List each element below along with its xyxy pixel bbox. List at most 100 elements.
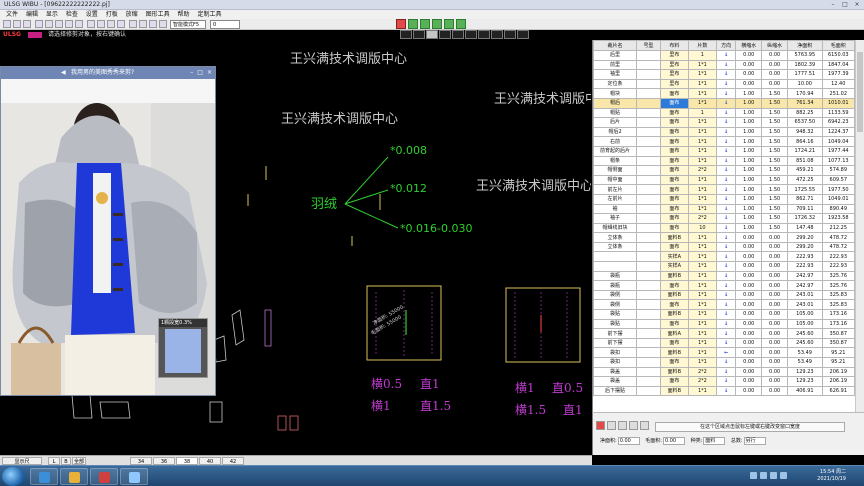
table-cell[interactable]: 406.91 <box>787 385 823 397</box>
table-cell[interactable]: 袋贴 <box>593 309 638 320</box>
table-cell[interactable]: 面布 <box>659 203 689 215</box>
table-cell[interactable]: 1077.13 <box>821 155 856 167</box>
green-tool-5-icon[interactable] <box>456 19 466 29</box>
column-header[interactable]: 方向 <box>715 40 737 51</box>
table-cell[interactable]: 1.00 <box>735 213 763 224</box>
table-cell[interactable]: ↓ <box>715 88 737 99</box>
table-cell[interactable]: 1725.55 <box>787 184 823 195</box>
size-item-selected[interactable]: 38 <box>176 457 198 465</box>
start-button[interactable] <box>2 467 24 486</box>
table-row[interactable]: 后片 面布 1*1 ↓ 1.00 1.50 6537.50 6942.23 <box>593 117 856 128</box>
table-cell[interactable]: ↓ <box>715 251 737 263</box>
table-cell[interactable]: 面布 <box>659 376 689 387</box>
table-cell[interactable]: 245.60 <box>787 328 823 339</box>
table-cell[interactable]: ↓ <box>715 174 737 186</box>
table-cell[interactable]: 222.93 <box>787 251 823 263</box>
menu-settings[interactable]: 设置 <box>86 11 98 18</box>
table-cell[interactable]: 里布 <box>659 59 689 71</box>
table-cell[interactable]: 0.00 <box>761 309 789 320</box>
table-cell[interactable] <box>636 155 661 167</box>
table-cell[interactable]: 574.89 <box>821 165 856 176</box>
table-cell[interactable]: 212.25 <box>821 222 856 234</box>
table-cell[interactable] <box>636 88 661 99</box>
table-cell[interactable]: 609.57 <box>821 174 856 186</box>
table-cell[interactable]: 1.00 <box>735 165 763 176</box>
table-cell[interactable]: 1*1 <box>687 337 717 349</box>
table-cell[interactable]: 面料B <box>659 366 689 378</box>
table-cell[interactable]: 1726.32 <box>787 213 823 224</box>
cmd-box[interactable] <box>517 30 529 39</box>
table-cell[interactable]: 0.00 <box>735 280 763 291</box>
column-header[interactable]: 布料 <box>659 40 689 51</box>
table-cell[interactable] <box>636 366 661 378</box>
table-cell[interactable]: 709.11 <box>787 203 823 215</box>
table-cell[interactable]: 170.94 <box>787 88 823 99</box>
table-cell[interactable]: 前育起的后片 <box>593 145 638 157</box>
table-row[interactable]: 前下摆 面布 1*1 ↓ 0.00 0.00 245.60 350.87 <box>593 337 856 349</box>
table-cell[interactable]: 1*1 <box>687 261 717 272</box>
menu-grading[interactable]: 放缩 <box>126 11 138 18</box>
table-cell[interactable]: 袖子 <box>593 213 638 224</box>
table-cell[interactable]: 1*1 <box>687 97 717 109</box>
table-cell[interactable]: 立体条 <box>593 232 638 243</box>
print-icon[interactable] <box>149 20 157 28</box>
table-cell[interactable]: 948.32 <box>787 126 823 138</box>
table-cell[interactable]: 1.50 <box>761 136 789 147</box>
table-cell[interactable]: 1*1 <box>687 174 717 186</box>
table-cell[interactable] <box>636 203 661 215</box>
table-cell[interactable]: 0.00 <box>761 376 789 387</box>
table-cell[interactable]: 1.00 <box>735 107 763 119</box>
cmd-box[interactable] <box>452 30 464 39</box>
table-cell[interactable]: ↓ <box>715 366 737 378</box>
table-cell[interactable]: 前下摆 <box>593 337 638 349</box>
table-cell[interactable]: 890.49 <box>821 203 856 215</box>
mini-preview[interactable]: 1颗段宽0.3% <box>158 318 208 378</box>
table-cell[interactable]: 1.50 <box>761 145 789 157</box>
table-cell[interactable]: ↓ <box>715 261 737 272</box>
table-cell[interactable]: 222.93 <box>821 261 856 272</box>
clock[interactable]: 15:54 周二 2021/10/19 <box>817 469 846 483</box>
table-cell[interactable]: 1049.04 <box>821 136 856 147</box>
table-row[interactable]: 袋扣 面料B 1*1 ← 0.00 0.00 53.49 95.21 <box>593 347 856 358</box>
table-cell[interactable] <box>593 251 638 263</box>
table-cell[interactable]: 251.02 <box>821 88 856 99</box>
table-cell[interactable]: 袋瓶 <box>593 280 638 291</box>
table-cell[interactable] <box>636 251 661 263</box>
table-cell[interactable]: 1.50 <box>761 213 789 224</box>
table-cell[interactable]: 147.48 <box>787 222 823 234</box>
move-icon[interactable] <box>97 20 105 28</box>
table-cell[interactable]: 1*1 <box>687 309 717 320</box>
table-row[interactable]: 前左片 面布 1*1 ↓ 1.00 1.50 1725.55 1977.50 <box>593 184 856 195</box>
table-row[interactable]: 袖 面布 1*1 ↓ 1.00 1.50 709.11 890.49 <box>593 203 856 215</box>
table-cell[interactable]: 299.20 <box>787 232 823 243</box>
table-cell[interactable]: 95.21 <box>821 347 856 358</box>
table-cell[interactable] <box>636 107 661 119</box>
table-row[interactable]: 袖里 里布 1*1 ↓ 0.00 0.00 1777.51 1977.39 <box>593 69 856 80</box>
table-row[interactable]: 实样A 1*1 ↓ 0.00 0.00 222.93 222.93 <box>593 261 856 272</box>
table-cell[interactable]: 面布 <box>659 280 689 291</box>
table-cell[interactable]: 1.50 <box>761 193 789 205</box>
save-icon[interactable] <box>23 20 31 28</box>
table-cell[interactable]: 1*1 <box>687 280 717 291</box>
table-cell[interactable]: 1133.59 <box>821 107 856 119</box>
table-cell[interactable]: 206.19 <box>821 376 856 387</box>
table-cell[interactable]: 350.87 <box>821 328 856 339</box>
grid-icon[interactable] <box>129 20 137 28</box>
table-cell[interactable]: 1*1 <box>687 117 717 128</box>
table-cell[interactable]: 1.50 <box>761 222 789 234</box>
table-cell[interactable]: 1*1 <box>687 289 717 301</box>
table-cell[interactable]: 袋盖 <box>593 376 638 387</box>
table-cell[interactable]: 12.40 <box>821 78 856 90</box>
menu-custom-tools[interactable]: 定制工具 <box>197 11 221 18</box>
table-cell[interactable]: 0.00 <box>761 69 789 80</box>
table-cell[interactable] <box>636 376 661 387</box>
table-cell[interactable]: 袋侧 <box>593 299 638 311</box>
table-cell[interactable]: 0.00 <box>735 241 763 253</box>
table-cell[interactable]: 1.00 <box>735 97 763 109</box>
table-cell[interactable]: 1224.37 <box>821 126 856 138</box>
table-cell[interactable]: 面料A <box>659 328 689 339</box>
table-cell[interactable]: ↓ <box>715 155 737 167</box>
table-cell[interactable]: 面布 <box>659 165 689 176</box>
table-cell[interactable]: 1*1 <box>687 88 717 99</box>
table-cell[interactable] <box>636 270 661 282</box>
